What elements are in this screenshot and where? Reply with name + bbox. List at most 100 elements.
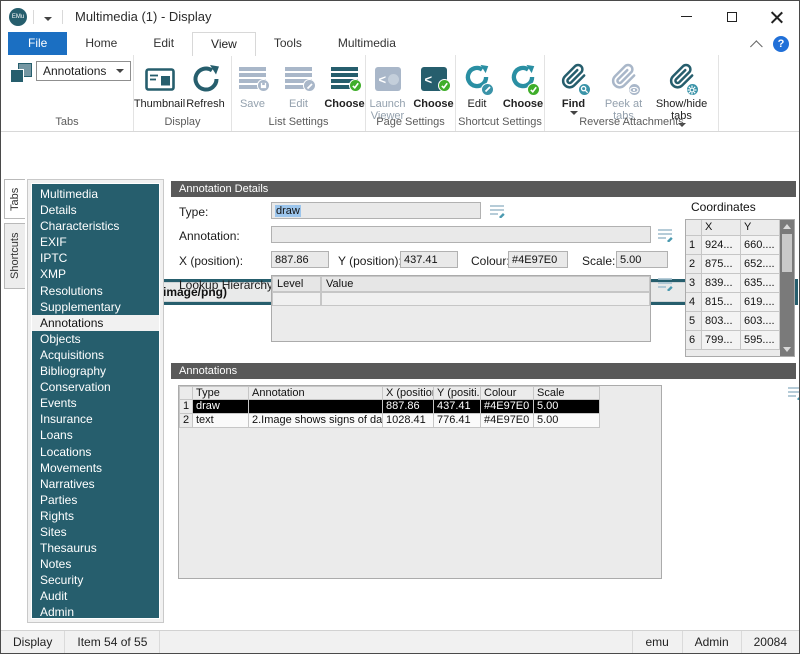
sidebar-item-loans[interactable]: Loans (32, 427, 159, 443)
group-label-reverse-attachments: Reverse Attachments (545, 116, 718, 128)
sidebar-item-annotations[interactable]: Annotations (32, 315, 159, 331)
coordinates-corner-cell (686, 220, 702, 236)
coordinates-row[interactable]: 1924...660.... (686, 236, 780, 255)
emu-logo-icon: EMu (9, 8, 27, 26)
annotations-edit-icon[interactable] (787, 386, 800, 400)
lookup-col-value: Value (321, 276, 650, 292)
sidebar-item-rights[interactable]: Rights (32, 508, 159, 524)
scrollbar-thumb[interactable] (782, 234, 792, 272)
sidebar-item-admin[interactable]: Admin (32, 604, 159, 620)
type-edit-icon[interactable] (489, 204, 505, 218)
help-button[interactable]: ? (773, 36, 789, 52)
minimize-button[interactable] (664, 1, 709, 32)
sidebar-item-movements[interactable]: Movements (32, 460, 159, 476)
side-tab-shortcuts[interactable]: Shortcuts (4, 223, 25, 289)
annotations-row[interactable]: 2 text 2.Image shows signs of damage 102… (179, 414, 600, 428)
x-position-field[interactable]: 887.86 (271, 251, 329, 268)
lookup-empty-cell[interactable] (321, 292, 650, 306)
annotations-col-colour: Colour (481, 386, 534, 400)
window-title: Multimedia (1) - Display (75, 9, 212, 24)
coordinates-row[interactable]: 5803...603.... (686, 312, 780, 331)
sidebar-item-events[interactable]: Events (32, 395, 159, 411)
sidebar-item-details[interactable]: Details (32, 202, 159, 218)
sidebar-item-narratives[interactable]: Narratives (32, 476, 159, 492)
titlebar: EMu Multimedia (1) - Display (1, 1, 799, 32)
close-button[interactable] (754, 1, 799, 32)
annotation-field[interactable] (271, 226, 651, 243)
tab-tools[interactable]: Tools (256, 32, 320, 56)
list-choose-button[interactable]: Choose (323, 61, 367, 111)
sidebar-item-supplementary[interactable]: Supplementary (32, 299, 159, 315)
coordinates-col-y: Y (741, 220, 780, 236)
scroll-up-icon[interactable] (780, 220, 794, 233)
scroll-down-icon[interactable] (780, 343, 794, 356)
status-record-number: 20084 (741, 631, 799, 653)
lookup-edit-icon[interactable] (657, 277, 673, 291)
coordinates-row[interactable]: 3839...635.... (686, 274, 780, 293)
tabs-combobox[interactable]: Annotations (36, 61, 131, 81)
sidebar-item-thesaurus[interactable]: Thesaurus (32, 540, 159, 556)
sidebar-item-audit[interactable]: Audit (32, 588, 159, 604)
sidebar-item-parties[interactable]: Parties (32, 492, 159, 508)
sidebar-item-objects[interactable]: Objects (32, 331, 159, 347)
lookup-empty-cell[interactable] (272, 292, 321, 306)
sidebar-item-bibliography[interactable]: Bibliography (32, 363, 159, 379)
sidebar-item-sites[interactable]: Sites (32, 524, 159, 540)
sidebar-item-conservation[interactable]: Conservation (32, 379, 159, 395)
page-choose-button[interactable]: < Choose (412, 61, 456, 123)
tabs-stack-icon (10, 63, 32, 83)
tab-edit[interactable]: Edit (135, 32, 192, 56)
sidebar-item-security[interactable]: Security (32, 572, 159, 588)
sidebar-item-exif[interactable]: EXIF (32, 234, 159, 250)
coordinates-row[interactable]: 2875...652.... (686, 255, 780, 274)
sidebar-item-notes[interactable]: Notes (32, 556, 159, 572)
group-label-shortcut-settings: Shortcut Settings (456, 116, 544, 128)
statusbar: Display Item 54 of 55 emu Admin 20084 (1, 630, 799, 653)
ribbon-tab-bar: File Home Edit View Tools Multimedia ? (1, 32, 799, 56)
ribbon-group-reverse-attachments: Find Peek at tabs (545, 55, 719, 131)
type-field[interactable]: draw (271, 202, 481, 219)
y-position-field[interactable]: 437.41 (400, 251, 458, 268)
ribbon-group-shortcut-settings: Edit Choose Shortcut Settings (456, 55, 545, 131)
group-label-list-settings: List Settings (232, 116, 365, 128)
find-dropdown-caret-icon[interactable] (570, 111, 578, 115)
side-tab-tabs[interactable]: Tabs (4, 179, 25, 219)
ribbon-group-list-settings: Save Edit Choose (232, 55, 366, 131)
collapse-ribbon-icon[interactable] (750, 40, 763, 53)
tab-file[interactable]: File (8, 32, 67, 56)
lookup-hierarchy-table[interactable]: Level Value (271, 275, 651, 342)
colour-field[interactable]: #4E97E0 (508, 251, 568, 268)
ribbon: Annotations Tabs Thumbnail Refre (1, 55, 799, 132)
sidebar-item-xmp[interactable]: XMP (32, 266, 159, 282)
coordinates-scrollbar[interactable] (780, 220, 794, 356)
coordinates-row[interactable]: 6799...595.... (686, 331, 780, 350)
sidebar-item-multimedia[interactable]: Multimedia (32, 186, 159, 202)
sidebar: Multimedia Details Characteristics EXIF … (27, 179, 164, 623)
thumbnail-button[interactable]: Thumbnail (138, 61, 182, 111)
scale-field[interactable]: 5.00 (616, 251, 668, 268)
tab-multimedia[interactable]: Multimedia (320, 32, 414, 56)
tab-home[interactable]: Home (67, 32, 135, 56)
tab-view[interactable]: View (192, 32, 256, 56)
quick-access-caret-icon[interactable] (40, 5, 56, 29)
annotation-label: Annotation: (179, 229, 240, 243)
shortcut-choose-button[interactable]: Choose (501, 61, 545, 111)
sidebar-item-locations[interactable]: Locations (32, 444, 159, 460)
sidebar-item-resolutions[interactable]: Resolutions (32, 283, 159, 299)
coordinates-title: Coordinates (691, 200, 756, 214)
annotations-row-selected[interactable]: 1 draw 887.86 437.41 #4E97E0 5.00 (179, 400, 600, 414)
shortcut-edit-button[interactable]: Edit (455, 61, 499, 111)
sidebar-item-acquisitions[interactable]: Acquisitions (32, 347, 159, 363)
coordinates-row[interactable]: 4815...619.... (686, 293, 780, 312)
annotation-edit-icon[interactable] (657, 228, 673, 242)
sidebar-tab-list: Multimedia Details Characteristics EXIF … (31, 183, 160, 619)
ribbon-group-tabs: Annotations Tabs (1, 55, 134, 131)
media-toolbar: (image/png) 545 (1, 132, 799, 179)
refresh-button[interactable]: Refresh (184, 61, 228, 111)
side-tab-strip: Tabs Shortcuts (1, 179, 27, 623)
maximize-button[interactable] (709, 1, 754, 32)
sidebar-item-characteristics[interactable]: Characteristics (32, 218, 159, 234)
sidebar-item-insurance[interactable]: Insurance (32, 411, 159, 427)
annotations-col-annotation: Annotation (249, 386, 383, 400)
sidebar-item-iptc[interactable]: IPTC (32, 250, 159, 266)
